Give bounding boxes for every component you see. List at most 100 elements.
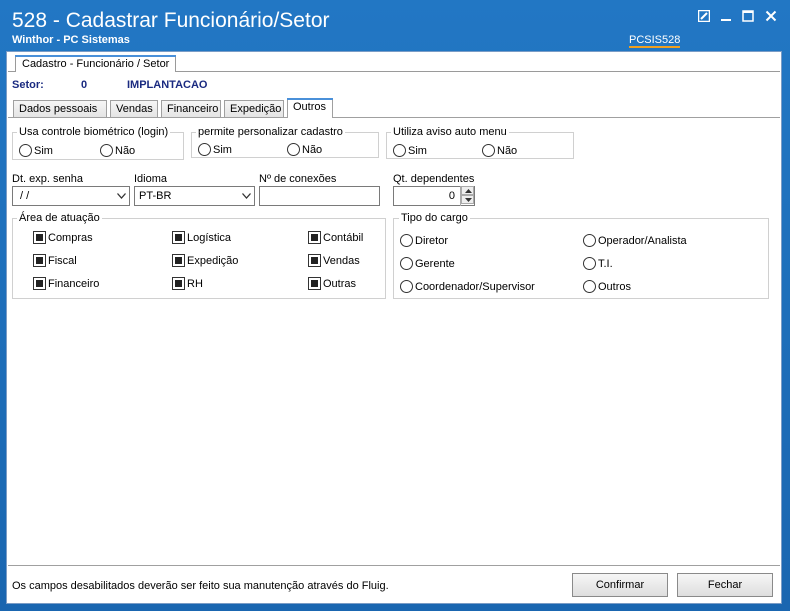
title-bar: 528 - Cadastrar Funcionário/Setor Wintho… xyxy=(0,0,790,48)
radio-diretor[interactable]: Diretor xyxy=(400,234,448,247)
radio-label: Não xyxy=(115,144,136,157)
setor-code: 0 xyxy=(81,79,88,91)
qt-dependentes-value: 0 xyxy=(448,190,455,202)
radio-label: Não xyxy=(302,143,323,156)
window-subtitle: Winthor - PC Sistemas xyxy=(12,34,130,46)
tab-vendas[interactable]: Vendas xyxy=(110,100,158,118)
radio-circle-icon xyxy=(482,144,495,157)
group-tipo-cargo-title: Tipo do cargo xyxy=(399,212,470,224)
restore-edit-button[interactable] xyxy=(694,8,714,28)
radio-personalizar-sim[interactable]: Sim xyxy=(198,143,232,156)
group-area-atuacao-title: Área de atuação xyxy=(17,212,102,224)
checkbox-rh[interactable]: RH xyxy=(172,277,203,290)
maximize-button[interactable] xyxy=(738,8,758,28)
checkbox-fiscal[interactable]: Fiscal xyxy=(33,254,77,267)
checkbox-checked-icon xyxy=(33,254,46,267)
radio-gerente[interactable]: Gerente xyxy=(400,257,455,270)
group-personalizar-cadastro-title: permite personalizar cadastro xyxy=(196,126,345,138)
spin-up-icon[interactable] xyxy=(461,186,474,195)
checkbox-label: RH xyxy=(187,277,203,290)
section-tabs-divider xyxy=(8,117,780,118)
checkbox-logistica[interactable]: Logística xyxy=(172,231,231,244)
maximize-icon xyxy=(742,10,754,22)
chevron-down-icon xyxy=(117,193,126,199)
radio-label: Sim xyxy=(34,144,53,157)
chevron-down-icon xyxy=(242,193,251,199)
tab-financeiro[interactable]: Financeiro xyxy=(161,100,221,118)
tab-outros[interactable]: Outros xyxy=(287,98,333,118)
radio-label: Não xyxy=(497,144,518,157)
checkbox-compras[interactable]: Compras xyxy=(33,231,93,244)
footer-divider xyxy=(8,565,780,566)
radio-outros[interactable]: Outros xyxy=(583,280,631,293)
setor-name: IMPLANTACAO xyxy=(127,79,208,91)
radio-circle-icon xyxy=(19,144,32,157)
dt-exp-senha-label: Dt. exp. senha xyxy=(12,173,83,185)
radio-aviso-sim[interactable]: Sim xyxy=(393,144,427,157)
tab-cadastro-funcionario-setor[interactable]: Cadastro - Funcionário / Setor xyxy=(15,55,177,72)
radio-label: Coordenador/Supervisor xyxy=(415,280,535,293)
idioma-select[interactable]: PT-BR xyxy=(134,186,255,206)
routine-code: PCSIS528 xyxy=(629,34,681,48)
setor-label: Setor: xyxy=(12,79,44,91)
checkbox-checked-icon xyxy=(33,277,46,290)
checkbox-vendas[interactable]: Vendas xyxy=(308,254,360,267)
edit-window-icon xyxy=(698,10,710,22)
qt-dependentes-input[interactable]: 0 xyxy=(393,186,475,206)
radio-circle-icon xyxy=(287,143,300,156)
radio-coordenador-supervisor[interactable]: Coordenador/Supervisor xyxy=(400,280,535,293)
num-conexoes-input[interactable] xyxy=(259,186,380,206)
checkbox-label: Vendas xyxy=(323,254,360,267)
checkbox-checked-icon xyxy=(172,277,185,290)
radio-label: Diretor xyxy=(415,234,449,247)
spin-down-icon[interactable] xyxy=(461,195,474,204)
app-window: 528 - Cadastrar Funcionário/Setor Wintho… xyxy=(0,0,790,611)
group-controle-biometrico-title: Usa controle biométrico (login) xyxy=(17,126,171,138)
radio-circle-icon xyxy=(583,257,596,270)
radio-circle-icon xyxy=(583,234,596,247)
radio-circle-icon xyxy=(400,280,413,293)
checkbox-outras[interactable]: Outras xyxy=(308,277,356,290)
radio-biometrico-sim[interactable]: Sim xyxy=(19,144,53,157)
idioma-value: PT-BR xyxy=(139,190,172,202)
confirm-button-label: Confirmar xyxy=(595,579,645,591)
checkbox-label: Outras xyxy=(323,277,357,290)
confirm-button[interactable]: Confirmar xyxy=(572,573,668,597)
checkbox-checked-icon xyxy=(308,231,321,244)
radio-label: Gerente xyxy=(415,257,455,270)
checkbox-label: Logística xyxy=(187,231,232,244)
radio-operador-analista[interactable]: Operador/Analista xyxy=(583,234,687,247)
tab-dados-pessoais[interactable]: Dados pessoais xyxy=(13,100,107,118)
minimize-icon xyxy=(721,19,731,21)
radio-personalizar-nao[interactable]: Não xyxy=(287,143,322,156)
close-button[interactable]: Fechar xyxy=(677,573,773,597)
radio-label: Operador/Analista xyxy=(598,234,687,247)
radio-biometrico-nao[interactable]: Não xyxy=(100,144,135,157)
radio-circle-icon xyxy=(198,143,211,156)
checkbox-label: Financeiro xyxy=(48,277,100,290)
close-window-button[interactable] xyxy=(761,8,781,28)
group-aviso-auto-menu-title: Utiliza aviso auto menu xyxy=(391,126,509,138)
tab-expedicao[interactable]: Expedição xyxy=(224,100,284,118)
checkbox-contabil[interactable]: Contábil xyxy=(308,231,363,244)
radio-circle-icon xyxy=(393,144,406,157)
checkbox-checked-icon xyxy=(308,254,321,267)
radio-circle-icon xyxy=(400,234,413,247)
checkbox-financeiro[interactable]: Financeiro xyxy=(33,277,99,290)
checkbox-checked-icon xyxy=(33,231,46,244)
radio-circle-icon xyxy=(583,280,596,293)
dt-exp-senha-value: / / xyxy=(17,190,30,202)
num-conexoes-label: Nº de conexões xyxy=(259,173,337,185)
dt-exp-senha-input[interactable]: / / xyxy=(12,186,130,206)
window-title: 528 - Cadastrar Funcionário/Setor xyxy=(12,9,330,32)
radio-ti[interactable]: T.I. xyxy=(583,257,613,270)
qt-dependentes-spinner[interactable] xyxy=(460,186,474,206)
checkbox-label: Contábil xyxy=(323,231,364,244)
radio-label: T.I. xyxy=(598,257,613,270)
checkbox-expedicao[interactable]: Expedição xyxy=(172,254,238,267)
minimize-button[interactable] xyxy=(716,8,736,28)
idioma-label: Idioma xyxy=(134,173,168,185)
radio-aviso-nao[interactable]: Não xyxy=(482,144,517,157)
qt-dependentes-label: Qt. dependentes xyxy=(393,173,475,185)
radio-circle-icon xyxy=(400,257,413,270)
